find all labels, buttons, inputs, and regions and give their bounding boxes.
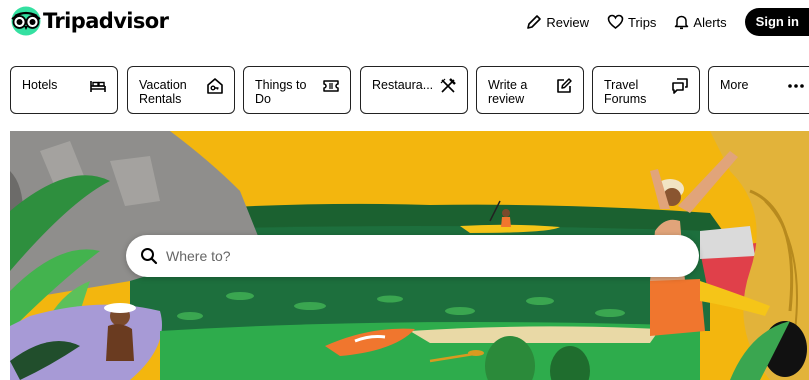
category-label: Write a review: [488, 78, 528, 106]
tripadvisor-logo[interactable]: Tripadvisor: [10, 6, 169, 36]
header-nav: Review Trips Alerts Sign in: [526, 8, 809, 36]
category-label: Vacation Rentals: [139, 78, 187, 106]
owl-logo-icon: [11, 6, 41, 36]
ellipsis-icon: [788, 84, 804, 88]
category-label: Travel Forums: [604, 78, 647, 106]
house-key-icon: [207, 78, 223, 94]
trips-link-label: Trips: [628, 14, 657, 30]
chat-bubbles-icon: [672, 78, 688, 94]
trips-link[interactable]: Trips: [607, 14, 656, 30]
fork-knife-icon: [440, 78, 456, 93]
category-bar: Hotels Vacation Rentals Things to Do Res…: [10, 66, 809, 114]
category-more[interactable]: More: [708, 66, 809, 114]
review-link-label: Review: [546, 14, 590, 30]
category-label: Restaura...: [372, 78, 434, 92]
category-write-a-review[interactable]: Write a review: [476, 66, 584, 114]
review-link[interactable]: Review: [526, 14, 589, 30]
edit-icon: [557, 78, 572, 93]
alerts-link-label: Alerts: [693, 14, 727, 30]
category-hotels[interactable]: Hotels: [10, 66, 118, 114]
bed-icon: [90, 81, 106, 92]
category-label: Things to Do: [255, 78, 307, 106]
heart-icon: [607, 14, 624, 29]
top-header: Tripadvisor Review Trips Alerts Sign in: [0, 0, 809, 44]
bell-icon: [675, 15, 689, 30]
search-input[interactable]: [166, 248, 646, 264]
alerts-link[interactable]: Alerts: [674, 14, 727, 30]
logo-text: Tripadvisor: [43, 9, 169, 33]
category-things-to-do[interactable]: Things to Do: [243, 66, 351, 114]
sign-in-button[interactable]: Sign in: [744, 8, 809, 36]
category-travel-forums[interactable]: Travel Forums: [592, 66, 700, 114]
search-bar[interactable]: [126, 235, 699, 277]
pencil-icon: [527, 15, 542, 29]
ticket-icon: [323, 80, 339, 92]
category-vacation-rentals[interactable]: Vacation Rentals: [127, 66, 235, 114]
category-label: Hotels: [22, 78, 58, 92]
category-label: More: [720, 78, 749, 92]
category-restaurants[interactable]: Restaura...: [360, 66, 468, 114]
search-icon: [141, 248, 158, 265]
